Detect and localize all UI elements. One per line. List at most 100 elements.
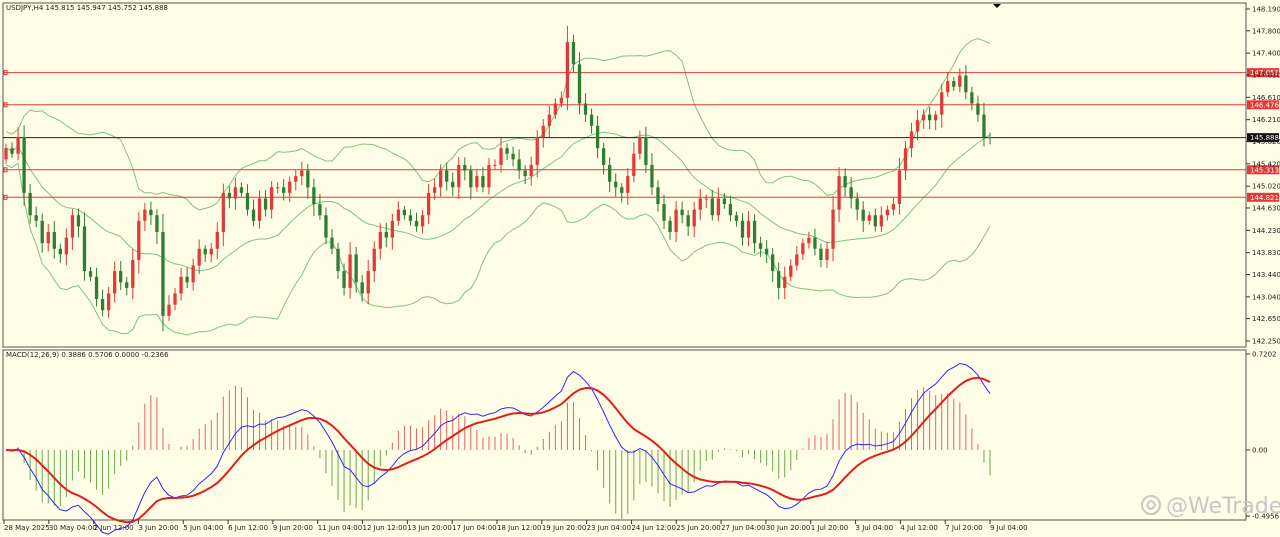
candle-body [620,187,624,193]
candle-body [227,192,232,199]
macd-panel [2,349,1247,521]
candle-body [952,81,956,87]
candle-body [849,187,853,199]
candle-body [843,176,847,188]
candle-body [155,215,159,233]
candle-body [445,170,449,182]
candle-body [269,187,274,210]
candle-body [976,103,980,115]
candle-body [179,276,183,294]
candle-body [783,276,787,288]
candle-body [831,209,835,249]
macd-indicator [5,362,991,535]
candle-body [897,170,902,205]
candle-body [704,198,708,200]
candle-body [903,148,908,171]
time-tick-label: 30 May 04:00 [49,524,97,532]
time-tick-label: 5 Jun 04:00 [183,524,223,532]
candle-body [946,81,950,93]
candle-body [402,209,407,216]
candle-body [451,181,455,188]
candle-body [378,232,382,249]
candles [4,25,992,332]
candle-body [752,220,757,244]
candle-body [233,187,238,199]
candle-body [511,153,515,160]
candle-body [215,232,219,249]
candle-body [650,164,654,188]
candle-body [76,215,81,227]
candle-body [789,265,793,277]
candle-body [873,215,877,227]
candle-body [58,248,62,255]
candle-body [970,92,974,104]
candle-body [595,125,600,149]
time-tick-label: 18 Jun 12:00 [497,524,541,532]
candle-body [384,232,388,238]
candle-body [915,120,920,132]
candle-body [861,209,865,221]
candle-body [535,136,539,165]
candle-body [88,271,93,277]
candle-body [263,198,268,210]
candle-body [692,209,696,227]
candle-body [632,153,636,177]
level-label: 144.821 [1250,194,1279,202]
candle-body [487,164,491,188]
time-tick-label: 9 Jun 20:00 [273,524,313,532]
candle-body [885,209,890,216]
candle-body [251,209,256,221]
candle-body [680,209,684,216]
candle-body [330,237,334,249]
candle-body [716,198,720,216]
candle-body [113,271,117,294]
candle-body [674,209,678,233]
candle-body [457,164,461,188]
candle-body [439,170,443,188]
candle-body [463,164,467,171]
candle-body [764,248,769,255]
candle-body [656,187,660,205]
time-tick-label: 9 Jul 04:00 [990,524,1028,532]
candle-body [523,170,527,177]
time-tick-label: 1 Jul 20:00 [811,524,849,532]
candle-body [10,148,14,154]
price-tick-label: 147.800 [1252,27,1280,35]
time-tick-label: 25 Jun 20:00 [676,524,720,532]
candle-body [106,293,111,311]
time-tick-label: 30 Jun 20:00 [766,524,810,532]
candle-body [34,215,38,221]
candle-body [137,220,141,260]
price-tick-label: 147.010 [1252,71,1280,79]
candle-body [432,187,437,193]
candle-body [577,64,582,104]
candle-body [94,276,99,300]
candle-body [348,254,352,288]
price-tick-label: 144.630 [1252,204,1280,212]
candle-body [807,237,811,244]
candle-body [396,209,401,221]
candle-body [245,192,250,210]
candle-body [982,114,986,137]
time-tick-label: 4 Jul 12:00 [900,524,938,532]
price-tick-label: 145.820 [1252,138,1280,146]
candle-body [958,75,962,87]
candle-body [583,103,588,115]
chart-area: 147.051146.476145.313144.821145.888 148.… [2,2,1280,535]
candle-body [342,271,346,288]
chart-shift-marker-icon[interactable] [993,4,1001,8]
candle-body [312,187,316,205]
price-panel [2,2,1247,348]
candle-body [746,220,751,238]
macd-signal-line [5,376,991,524]
price-tick-label: 147.400 [1252,50,1280,58]
candle-body [668,220,672,233]
price-tick-label: 143.040 [1252,293,1280,301]
candle-body [927,114,932,121]
candle-body [505,148,509,154]
candle-body [940,92,944,115]
bb-upper-line [5,38,991,211]
candle-body [354,254,358,283]
candle-body [614,181,618,188]
candle-body [408,215,413,221]
